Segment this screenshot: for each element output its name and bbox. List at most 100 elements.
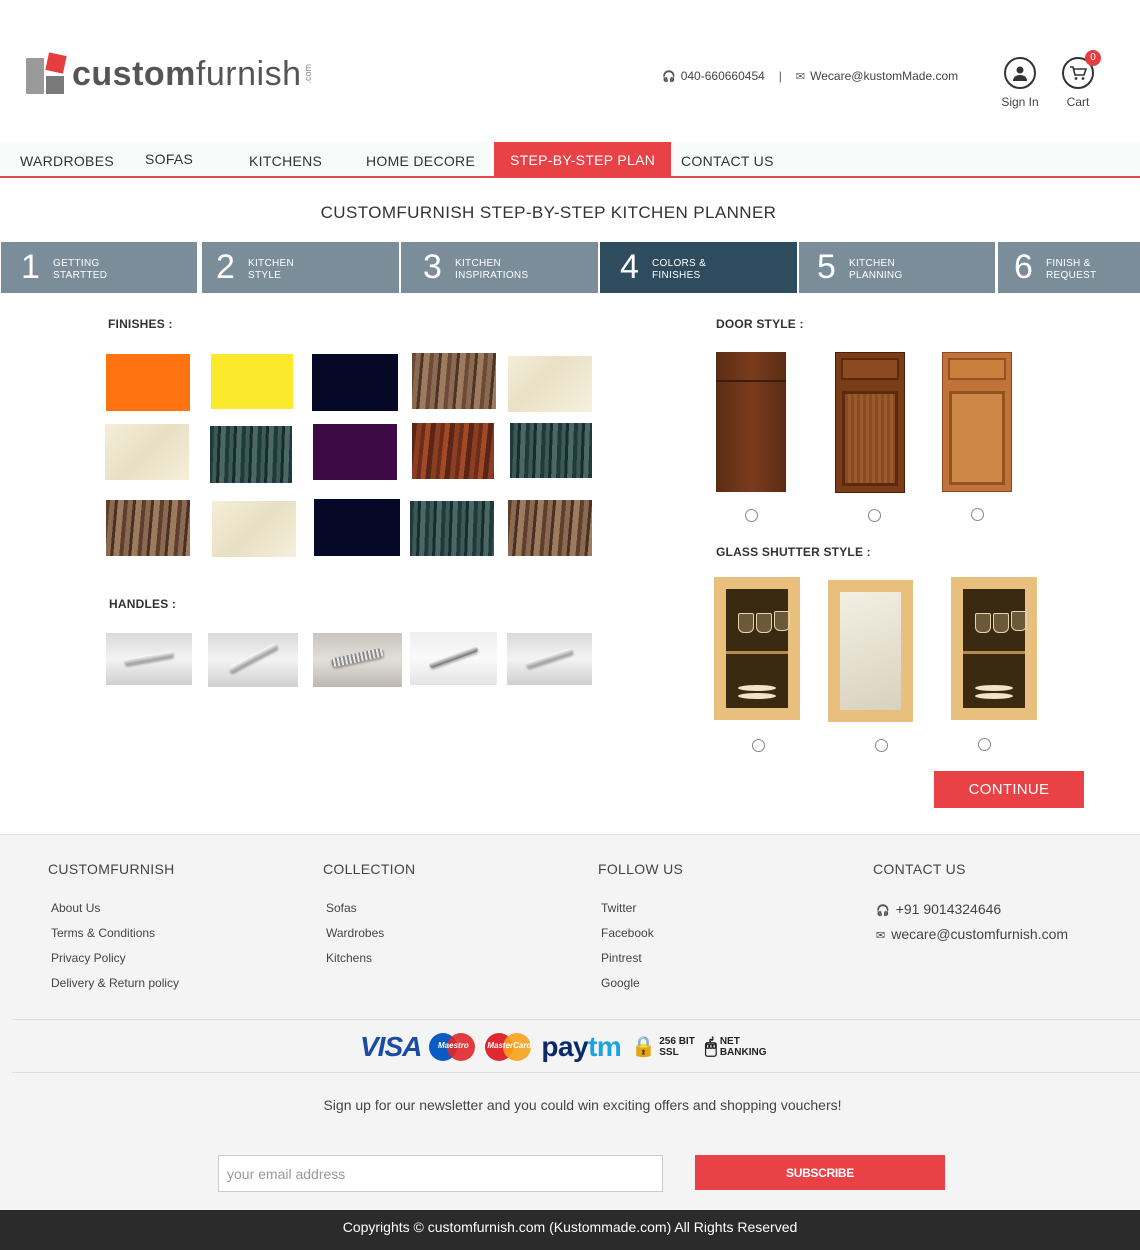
subscribe-button[interactable]: SUBSCRIBE [695, 1155, 945, 1190]
continue-button[interactable]: CONTINUE [934, 771, 1084, 808]
footer-link-pintrest[interactable]: Pintrest [601, 951, 683, 965]
footer-link-about[interactable]: About Us [51, 901, 179, 915]
handle-option[interactable] [208, 633, 298, 687]
finish-swatch-walnut[interactable] [412, 353, 496, 409]
logo-text-light: furnish [195, 54, 302, 93]
footer-link-privacy[interactable]: Privacy Policy [51, 951, 179, 965]
finish-swatch-cream[interactable] [212, 501, 296, 557]
finish-swatch-navy[interactable] [314, 499, 400, 556]
nav-item-home-decore[interactable]: HOME DECORE [366, 142, 475, 177]
nav-item-kitchens[interactable]: KITCHENS [249, 142, 322, 177]
finish-swatch-cream[interactable] [105, 424, 189, 480]
header-separator: | [778, 69, 782, 83]
door-style-radio-2[interactable] [868, 509, 881, 522]
glass-shutter-frosted[interactable] [828, 580, 913, 722]
glass-shutter-radio-1[interactable] [752, 739, 765, 752]
step-label-line2: PLANNING [849, 269, 903, 281]
logo-text-bold: custom [72, 54, 196, 93]
door-style-radio-1[interactable] [745, 509, 758, 522]
footer-link-facebook[interactable]: Facebook [601, 926, 683, 940]
step-2[interactable]: 2 KITCHEN STYLE [202, 242, 399, 293]
finish-swatch-purple[interactable] [313, 424, 397, 480]
step-label: KITCHEN PLANNING [849, 258, 903, 282]
footer-divider [12, 1072, 1140, 1073]
step-label-line1: GETTING [53, 257, 100, 269]
step-label-line2: INSPIRATIONS [455, 269, 529, 281]
nav-item-wardrobes[interactable]: WARDROBES [20, 142, 114, 177]
step-3[interactable]: 3 KITCHEN INSPIRATIONS [401, 242, 598, 293]
mastercard-logo: MasterCard [485, 1032, 533, 1062]
logo-mark-icon [26, 52, 67, 94]
main-nav: WARDROBES SOFAS KITCHENS HOME DECORE STE… [0, 142, 1140, 178]
footer-divider [12, 1019, 1140, 1020]
door-style-slab[interactable] [716, 352, 786, 492]
step-5[interactable]: 5 KITCHEN PLANNING [799, 242, 995, 293]
logo-suffix: .com [303, 64, 314, 84]
net-banking-badge: 🖱 NET BANKING [705, 1036, 767, 1058]
site-logo[interactable]: customfurnish .com [26, 52, 314, 94]
finish-swatch-mahogany[interactable] [412, 423, 494, 479]
door-style-cathedral[interactable] [942, 352, 1012, 492]
copyright-bar: Copyrights © customfurnish.com (Kustomma… [0, 1210, 1140, 1250]
step-label-line1: COLORS & [652, 257, 707, 269]
finish-swatch-walnut[interactable] [508, 500, 592, 556]
cart-button[interactable]: 0 Cart [1048, 50, 1108, 109]
paytm-logo: paytm [541, 1031, 621, 1063]
newsletter-email-input[interactable] [218, 1155, 663, 1192]
door-style-radio-3[interactable] [971, 508, 984, 521]
finish-swatch-teal-wood[interactable] [510, 423, 592, 478]
step-1[interactable]: 1 GETTING STARTTED [1, 242, 197, 293]
finish-swatch-navy[interactable] [312, 354, 398, 411]
step-label-line2: REQUEST [1046, 269, 1097, 281]
step-6[interactable]: 6 FINISH & REQUEST [998, 242, 1140, 293]
nav-item-contact-us[interactable]: CONTACT US [681, 142, 774, 177]
glass-shutter-radio-2[interactable] [875, 739, 888, 752]
footer: CUSTOMFURNISH About Us Terms & Condition… [0, 834, 1140, 1210]
finish-swatch-yellow[interactable] [211, 354, 293, 409]
glass-shutter-radio-3[interactable] [978, 738, 991, 751]
finish-swatch-orange[interactable] [106, 354, 190, 411]
glass-cup [756, 613, 772, 633]
handle-image [525, 647, 574, 669]
handle-option[interactable] [313, 633, 402, 687]
header-phone[interactable]: 040-660660454 [681, 69, 765, 83]
header-contact-bar: 🎧 040-660660454 | ✉ Wecare@kustomMade.co… [662, 69, 958, 83]
nav-item-step-by-step-plan[interactable]: STEP-BY-STEP PLAN [494, 142, 672, 177]
handle-option[interactable] [410, 632, 497, 685]
handle-option[interactable] [106, 633, 192, 685]
finish-swatch-teal-wood[interactable] [410, 501, 494, 556]
footer-link-wardrobes[interactable]: Wardrobes [326, 926, 415, 940]
footer-link-kitchens[interactable]: Kitchens [326, 951, 415, 965]
footer-link-sofas[interactable]: Sofas [326, 901, 415, 915]
footer-heading: FOLLOW US [598, 861, 684, 877]
visa-logo: VISA [360, 1031, 422, 1062]
glass-shutter-reeded[interactable] [951, 577, 1037, 720]
header-email[interactable]: Wecare@kustomMade.com [810, 69, 958, 83]
footer-email[interactable]: ✉ wecare@customfurnish.com [876, 926, 1068, 942]
footer-col-follow: FOLLOW US Twitter Facebook Pintrest Goog… [598, 861, 683, 1001]
glass-cup [975, 613, 991, 633]
net-line2: BANKING [719, 1047, 767, 1058]
handles-label: HANDLES : [109, 597, 177, 611]
glass-cup [738, 613, 754, 633]
footer-phone[interactable]: 🎧 +91 9014324646 [876, 901, 1068, 917]
footer-link-google[interactable]: Google [601, 976, 683, 990]
glass-shutter-clear[interactable] [714, 577, 800, 720]
mouse-icon: 🖱 [704, 1035, 717, 1058]
finish-swatch-teal-wood[interactable] [210, 426, 292, 483]
mail-icon: ✉ [876, 930, 886, 942]
handle-option[interactable] [507, 633, 592, 685]
footer-link-twitter[interactable]: Twitter [601, 901, 683, 915]
finish-swatch-walnut[interactable] [106, 500, 190, 556]
finish-swatch-cream[interactable] [508, 356, 592, 412]
door-style-raised-panel[interactable] [835, 352, 905, 493]
footer-link-terms[interactable]: Terms & Conditions [51, 926, 179, 940]
footer-col-contact: CONTACT US 🎧 +91 9014324646 ✉ wecare@custo… [873, 861, 1068, 951]
nav-item-sofas[interactable]: SOFAS [145, 140, 193, 175]
door-panel [949, 391, 1005, 485]
paytm-part-b: tm [588, 1031, 622, 1062]
handle-image [123, 650, 175, 666]
sign-in-button[interactable]: Sign In [990, 57, 1050, 109]
footer-link-delivery[interactable]: Delivery & Return policy [51, 976, 179, 990]
step-4[interactable]: 4 COLORS & FINISHES [600, 242, 797, 293]
